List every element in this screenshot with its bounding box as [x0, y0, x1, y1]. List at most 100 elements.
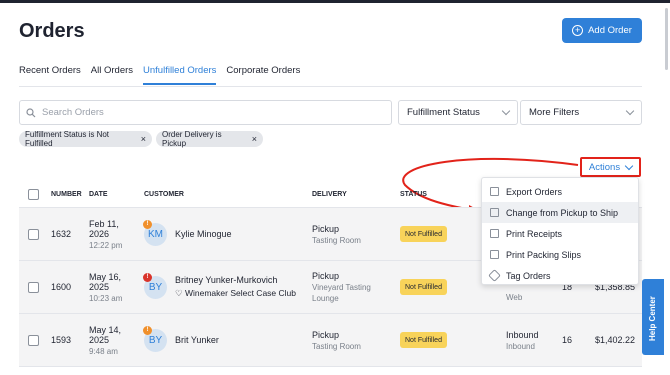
avatar: ! KM — [143, 219, 167, 246]
date-year: 2026 — [89, 228, 110, 239]
status-badge: Not Fulfilled — [400, 279, 447, 295]
tab-recent-orders[interactable]: Recent Orders — [19, 65, 81, 85]
select-all-checkbox[interactable] — [28, 189, 39, 200]
avatar-initials: BY — [148, 281, 163, 293]
pickup-location-line2: Lounge — [312, 294, 339, 303]
menu-item-print-packing-slips[interactable]: Print Packing Slips — [482, 244, 638, 265]
club-membership: ♡ Winemaker Select Case Club — [175, 288, 296, 298]
menu-item-label: Change from Pickup to Ship — [506, 207, 619, 218]
chevron-down-icon — [501, 106, 511, 116]
order-total: $1,402.22 — [595, 335, 636, 345]
filter-chip-delivery: Order Delivery is Pickup × — [156, 130, 263, 148]
order-time: 10:23 am — [89, 293, 123, 303]
menu-item-label: Export Orders — [506, 186, 563, 197]
header-customer: CUSTOMER — [144, 191, 184, 198]
order-source-sub: Inbound — [506, 341, 535, 351]
date-line: May 16, — [89, 271, 122, 282]
customer-name[interactable]: Britney Yunker-Murkovich — [175, 275, 296, 285]
tab-unfulfilled-orders[interactable]: Unfulfilled Orders — [143, 65, 217, 85]
avatar: ! BY — [143, 272, 167, 299]
delivery-cell: Pickup Tasting Room — [312, 330, 361, 351]
pickup-location: Tasting Room — [312, 235, 361, 245]
filter-chip-label: Fulfillment Status is Not Fulfilled — [25, 130, 110, 148]
chevron-down-icon — [625, 106, 635, 116]
tab-all-orders[interactable]: All Orders — [91, 65, 133, 85]
close-icon[interactable]: × — [252, 134, 257, 144]
avatar-initials: BY — [148, 334, 163, 346]
actions-label: Actions — [588, 161, 621, 173]
order-date: May 16, 2025 10:23 am — [89, 272, 122, 303]
order-date: Feb 11, 2026 12:22 pm — [89, 219, 122, 250]
page-title: Orders — [19, 20, 85, 42]
delivery-cell: Pickup Tasting Room — [312, 224, 361, 245]
status-badge: Not Fulfilled — [400, 226, 447, 242]
menu-item-tag-orders[interactable]: Tag Orders — [482, 265, 638, 286]
menu-item-export-orders[interactable]: Export Orders — [482, 181, 638, 202]
date-year: 2025 — [89, 334, 110, 345]
menu-item-change-pickup-to-ship[interactable]: Change from Pickup to Ship — [482, 202, 638, 223]
avatar: ! BY — [143, 325, 167, 352]
order-time: 9:48 am — [89, 346, 118, 356]
delivery-cell: Pickup Vineyard Tasting Lounge — [312, 271, 371, 303]
alert-icon: ! — [143, 272, 152, 282]
alert-icon: ! — [143, 219, 152, 229]
header-status: STATUS — [400, 191, 427, 198]
row-checkbox[interactable] — [28, 334, 39, 346]
header-delivery: DELIVERY — [312, 191, 347, 198]
tabs-divider — [19, 86, 642, 87]
chevron-down-icon — [624, 161, 634, 170]
search-input[interactable] — [42, 107, 372, 118]
order-source: Web — [506, 293, 523, 302]
customer-name[interactable]: Brit Yunker — [175, 335, 219, 345]
printer-icon — [490, 229, 499, 238]
order-source: Inbound — [506, 329, 539, 340]
tab-corporate-orders[interactable]: Corporate Orders — [226, 65, 300, 85]
row-checkbox[interactable] — [28, 281, 39, 293]
order-date: May 14, 2025 9:48 am — [89, 325, 121, 356]
search-box[interactable] — [19, 100, 392, 125]
order-number[interactable]: 1593 — [51, 335, 71, 345]
order-number[interactable]: 1600 — [51, 282, 71, 292]
menu-item-label: Print Packing Slips — [506, 249, 582, 260]
actions-button[interactable]: Actions — [580, 157, 641, 177]
date-year: 2025 — [89, 281, 110, 292]
more-filters-label: More Filters — [529, 107, 580, 118]
order-number[interactable]: 1632 — [51, 229, 71, 239]
item-quantity: 16 — [562, 335, 573, 345]
customer-cell: Britney Yunker-Murkovich ♡ Winemaker Sel… — [175, 275, 296, 299]
order-tabs: Recent Orders All Orders Unfulfilled Ord… — [19, 65, 310, 85]
menu-item-label: Print Receipts — [506, 228, 563, 239]
top-border — [0, 0, 670, 3]
actions-dropdown-menu: Export Orders Change from Pickup to Ship… — [481, 177, 639, 285]
status-badge: Not Fulfilled — [400, 332, 447, 348]
pickup-location: Vineyard Tasting — [312, 283, 371, 292]
more-filters-select[interactable]: More Filters — [520, 100, 642, 125]
plus-circle-icon: + — [572, 25, 584, 36]
filter-chip-fulfillment: Fulfillment Status is Not Fulfilled × — [19, 130, 152, 148]
delivery-method: Pickup — [312, 329, 340, 340]
table-row[interactable]: 1593 May 14, 2025 9:48 am ! BY Brit Yunk… — [19, 314, 642, 367]
row-checkbox[interactable] — [28, 228, 39, 240]
fulfillment-status-select[interactable]: Fulfillment Status — [398, 100, 518, 125]
add-order-button[interactable]: + Add Order — [562, 18, 642, 43]
menu-item-print-receipts[interactable]: Print Receipts — [482, 223, 638, 244]
tag-icon — [488, 269, 501, 282]
header-date: DATE — [89, 191, 108, 198]
printer-icon — [490, 250, 499, 259]
date-line: May 14, — [89, 324, 122, 335]
alert-icon: ! — [143, 325, 152, 335]
pickup-location: Tasting Room — [312, 341, 361, 351]
fulfillment-status-label: Fulfillment Status — [407, 107, 480, 118]
scrollbar[interactable] — [665, 8, 668, 70]
help-center-button[interactable]: Help Center — [642, 279, 664, 355]
avatar-initials: KM — [148, 228, 163, 240]
date-line: Feb 11, — [89, 218, 119, 229]
add-order-label: Add Order — [588, 25, 632, 36]
close-icon[interactable]: × — [141, 134, 146, 144]
delivery-method: Pickup — [312, 271, 340, 281]
delivery-method: Pickup — [312, 223, 340, 234]
customer-name[interactable]: Kylie Minogue — [175, 229, 232, 239]
source-cell: Inbound Inbound — [506, 330, 539, 351]
menu-item-label: Tag Orders — [506, 270, 551, 281]
export-icon — [490, 187, 499, 196]
